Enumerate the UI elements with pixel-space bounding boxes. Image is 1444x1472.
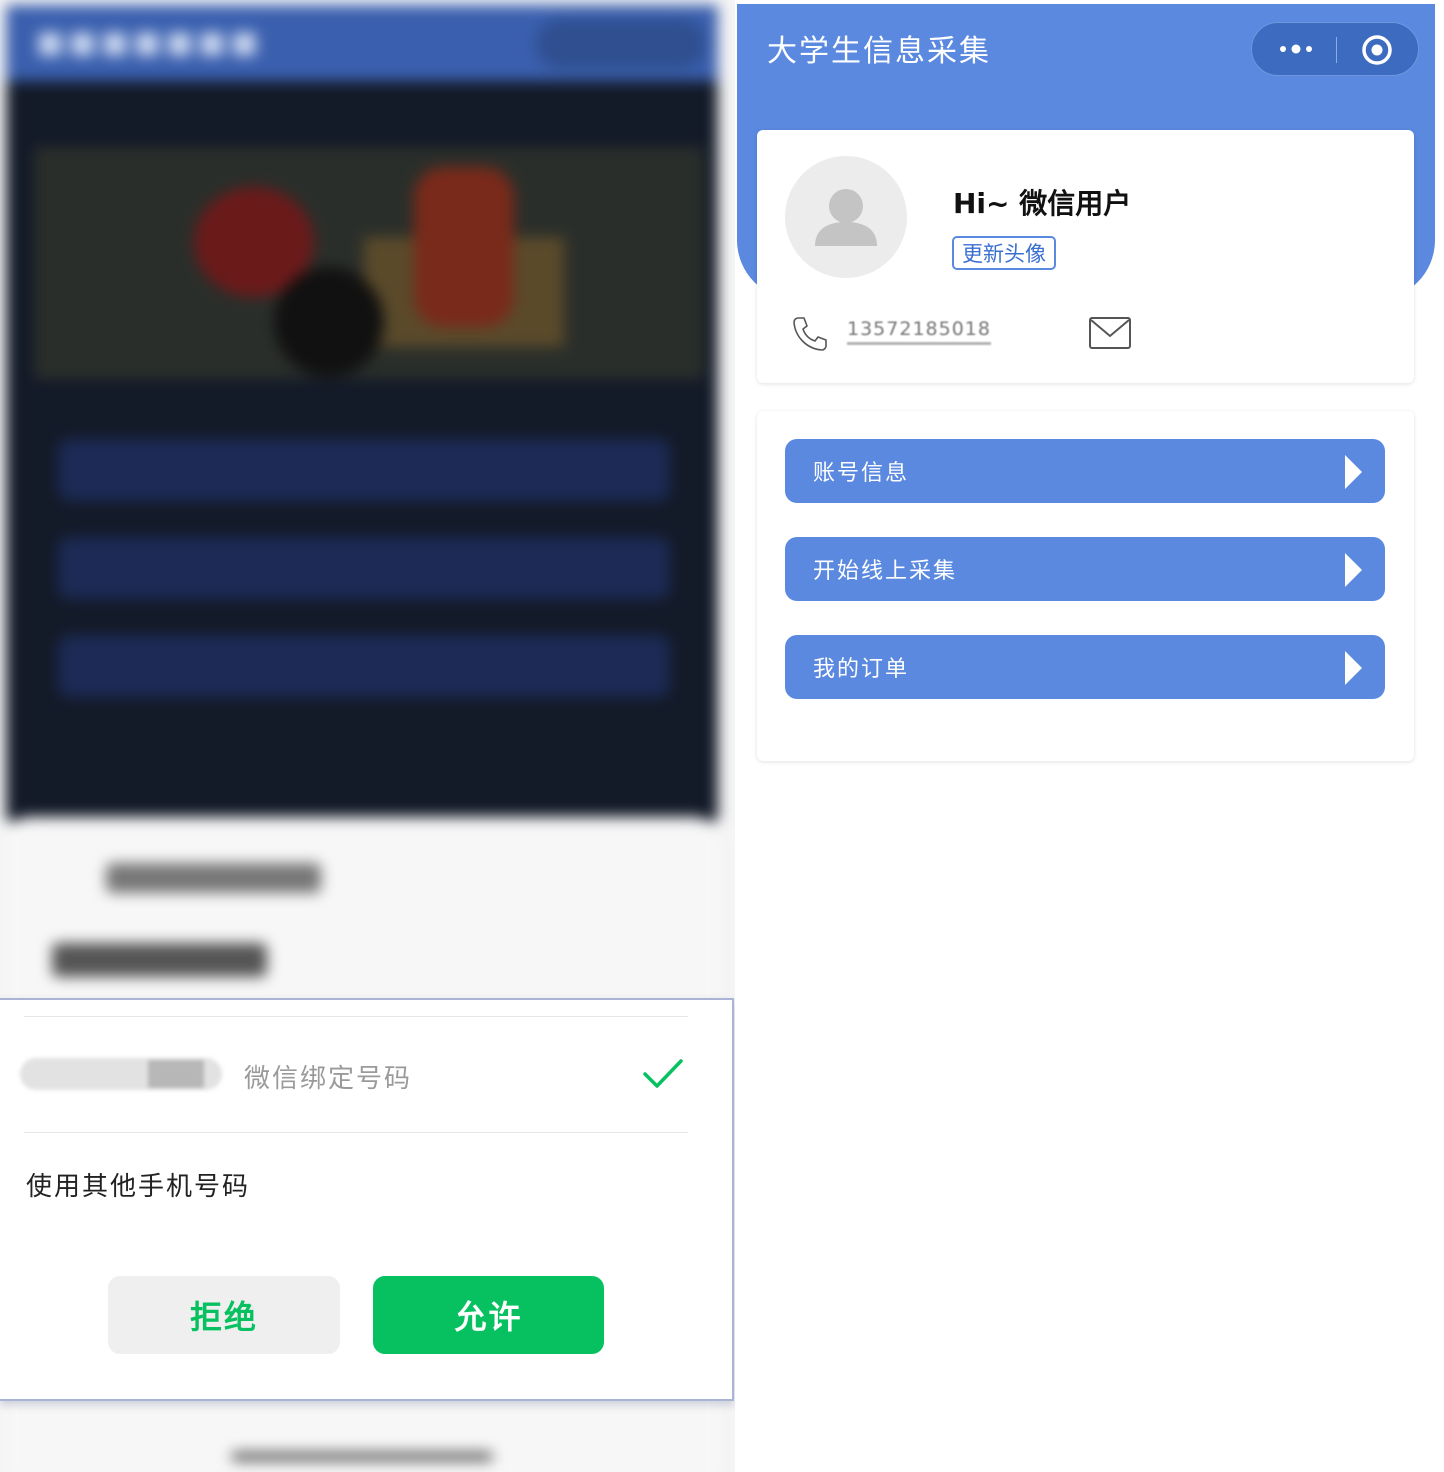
masked-phone-number[interactable] bbox=[20, 1058, 222, 1090]
blurred-menu-button bbox=[58, 635, 670, 697]
blurred-menu-button bbox=[58, 537, 670, 599]
phone-auth-screen: ■■■■■■■ 微信绑定号码 使用其他手机号码 拒绝 允许 bbox=[0, 0, 735, 1472]
check-icon bbox=[643, 1059, 683, 1088]
arrow-right-icon bbox=[1345, 455, 1362, 489]
menu-label: 账号信息 bbox=[813, 461, 910, 486]
update-avatar-button[interactable]: 更新头像 bbox=[952, 236, 1056, 270]
bound-number-label[interactable]: 微信绑定号码 bbox=[244, 1058, 412, 1095]
blurred-sheet-subtitle bbox=[52, 943, 267, 977]
more-icon[interactable] bbox=[1278, 40, 1314, 58]
arrow-right-icon bbox=[1345, 651, 1362, 685]
menu-label: 开始线上采集 bbox=[813, 559, 958, 584]
mini-program-capsule bbox=[1251, 22, 1419, 76]
greeting-text: Hi~ 微信用户 bbox=[953, 187, 1132, 220]
phone-icon bbox=[793, 317, 827, 351]
app-title: 大学生信息采集 bbox=[767, 34, 991, 69]
account-info-button[interactable]: 账号信息 bbox=[785, 439, 1385, 503]
avatar[interactable] bbox=[785, 156, 907, 278]
divider bbox=[24, 1132, 688, 1133]
phone-selection-dialog: 微信绑定号码 使用其他手机号码 拒绝 允许 bbox=[0, 998, 734, 1401]
profile-screen: 大学生信息采集 Hi~ 微信用户 更新头像 13572185018 账号信息 开… bbox=[736, 0, 1444, 1472]
avatar-icon bbox=[815, 189, 877, 246]
menu-card: 账号信息 开始线上采集 我的订单 bbox=[757, 411, 1414, 761]
blurred-menu-button bbox=[58, 439, 670, 501]
start-online-collection-button[interactable]: 开始线上采集 bbox=[785, 537, 1385, 601]
reject-button[interactable]: 拒绝 bbox=[108, 1276, 340, 1354]
blurred-capsule bbox=[536, 19, 706, 69]
profile-card: Hi~ 微信用户 更新头像 13572185018 bbox=[757, 130, 1414, 383]
blurred-banner-image bbox=[34, 147, 704, 379]
my-orders-button[interactable]: 我的订单 bbox=[785, 635, 1385, 699]
home-indicator bbox=[231, 1452, 493, 1461]
divider bbox=[24, 1016, 688, 1017]
phone-number[interactable]: 13572185018 bbox=[847, 318, 991, 345]
menu-label: 我的订单 bbox=[813, 657, 910, 682]
allow-button[interactable]: 允许 bbox=[373, 1276, 604, 1354]
blurred-header: ■■■■■■■ bbox=[6, 5, 718, 81]
blurred-sheet-title bbox=[106, 863, 321, 893]
use-other-phone-option[interactable]: 使用其他手机号码 bbox=[26, 1166, 250, 1203]
arrow-right-icon bbox=[1345, 553, 1362, 587]
target-icon[interactable] bbox=[1361, 34, 1393, 66]
capsule-divider bbox=[1336, 37, 1337, 63]
mail-icon[interactable] bbox=[1088, 315, 1132, 351]
blurred-title: ■■■■■■■ bbox=[36, 25, 263, 60]
